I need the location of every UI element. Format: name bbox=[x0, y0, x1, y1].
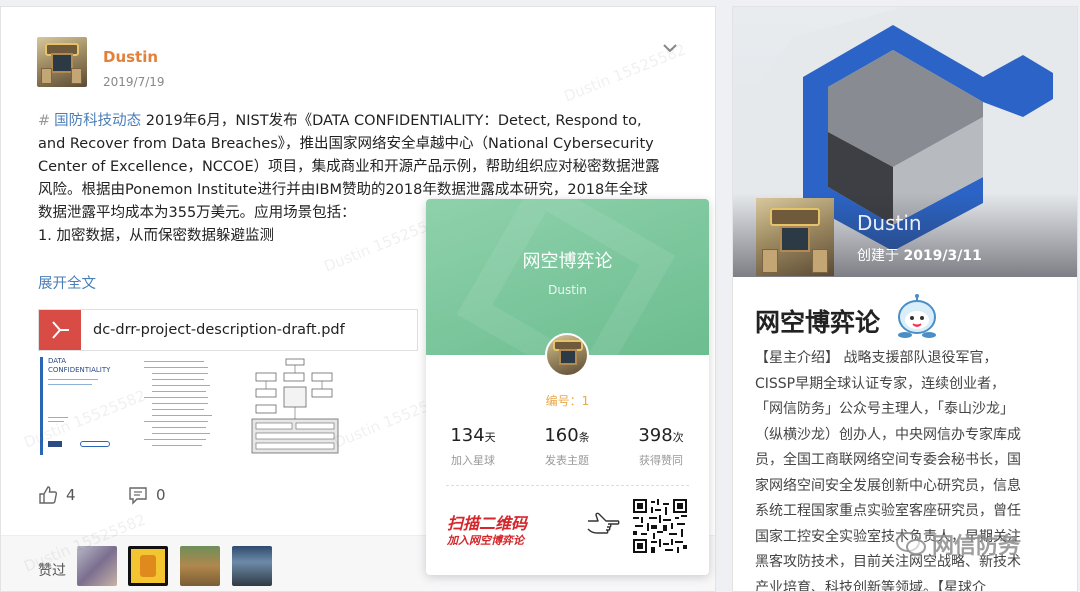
post-tag-label: 国防科技动态 bbox=[54, 113, 142, 129]
planet-card-number: 编号：1 bbox=[545, 394, 590, 408]
scan-qr-subtitle: 加入网空博弈论 bbox=[447, 534, 524, 547]
stat-topics-posted: 160条 发表主题 bbox=[544, 425, 590, 467]
like-button[interactable]: 4 bbox=[38, 485, 76, 505]
expand-full-text-link[interactable]: 展开全文 bbox=[38, 272, 96, 293]
description-line: 系统工程国家重点实验室客座研究员，曾任 bbox=[755, 503, 1021, 519]
liker-avatar[interactable] bbox=[128, 546, 168, 586]
description-line: 产业培育、科技创新等领域。【星球介 bbox=[755, 579, 986, 592]
planet-card-avatar bbox=[545, 333, 589, 377]
post-tag[interactable]: # 国防科技动态 bbox=[38, 113, 141, 129]
comment-icon bbox=[129, 487, 147, 505]
thumbs-up-icon bbox=[39, 486, 58, 504]
planet-banner: Dustin 创建于 2019/3/11 bbox=[733, 7, 1077, 277]
hexagon-pattern bbox=[456, 199, 676, 355]
attachment-file-name: dc-drr-project-description-draft.pdf bbox=[93, 322, 345, 338]
planet-card-header: 网空博弈论 Dustin bbox=[426, 199, 709, 355]
liker-avatar[interactable] bbox=[77, 546, 117, 586]
description-line: CISSP早期全球认证专家，连续创业者， bbox=[755, 375, 1006, 392]
stat-likes-received: 398次 获得赞同 bbox=[638, 425, 684, 467]
wechat-icon bbox=[896, 532, 926, 555]
banner-owner-name: Dustin bbox=[857, 211, 922, 235]
comment-button[interactable]: 0 bbox=[128, 485, 166, 505]
banner-created-date: 创建于 2019/3/11 bbox=[857, 248, 982, 264]
planet-info-panel: Dustin 创建于 2019/3/11 网空博弈论 【星主介绍】 战略支援部队… bbox=[732, 6, 1078, 592]
likers-label: 赞过 bbox=[38, 563, 66, 579]
liker-avatar[interactable] bbox=[232, 546, 272, 586]
post-text-line: and Recover from Data Breaches》，推出国家网络安全… bbox=[38, 136, 654, 152]
comment-count: 0 bbox=[156, 486, 166, 504]
brand-watermark: 网信防务 bbox=[896, 528, 1020, 560]
description-line: 家网络空间安全发展创新中心研究员，信息 bbox=[755, 477, 1021, 494]
description-line: 【星主介绍】 战略支援部队退役军官， bbox=[755, 350, 998, 366]
planet-share-card: 网空博弈论 Dustin 编号：1 134天 加入星球 160条 发表主题 39… bbox=[426, 199, 709, 575]
hash-icon: # bbox=[38, 113, 51, 129]
attachment-thumbnails: DATA CONFIDENTIALITY bbox=[38, 357, 340, 455]
like-count: 4 bbox=[66, 486, 76, 504]
planet-owner-avatar bbox=[756, 198, 834, 276]
divider bbox=[446, 485, 689, 486]
description-line: 「网信防务」公众号主理人，「泰山沙龙」 bbox=[755, 401, 1014, 417]
planet-card-name: 网空博弈论 bbox=[522, 251, 613, 272]
attachment-page-thumbnail[interactable] bbox=[142, 357, 232, 455]
thumbnail-title: DATA CONFIDENTIALITY bbox=[48, 357, 111, 374]
post-date: 2019/7/19 bbox=[103, 75, 165, 89]
qr-code[interactable] bbox=[633, 499, 687, 553]
robot-mascot-icon bbox=[898, 294, 936, 338]
pdf-attachment[interactable]: dc-drr-project-description-draft.pdf bbox=[38, 309, 418, 351]
attachment-page-thumbnail[interactable]: DATA CONFIDENTIALITY bbox=[40, 357, 130, 455]
description-line: 员，全国工商联网络空间专委会秘书长，国 bbox=[755, 452, 1021, 468]
post-text-line: Center of Excellence，NCCOE）项目，集成商业和开源产品示… bbox=[38, 159, 660, 175]
author-avatar[interactable] bbox=[37, 37, 87, 87]
stat-days-joined: 134天 加入星球 bbox=[450, 425, 496, 467]
pdf-icon bbox=[39, 310, 81, 350]
post-text-line: 2019年6月，NIST发布《DATA CONFIDENTIALITY：Dete… bbox=[145, 113, 642, 129]
planet-title: 网空博弈论 bbox=[755, 308, 881, 337]
scan-qr-title: 扫描二维码 bbox=[447, 514, 528, 533]
pointing-hand-icon bbox=[587, 512, 620, 534]
post-author-name[interactable]: Dustin bbox=[103, 48, 158, 66]
description-line: （纵横沙龙）创办人，中央网信办专家库成 bbox=[755, 426, 1021, 443]
chevron-down-icon[interactable] bbox=[661, 39, 679, 57]
liker-avatar[interactable] bbox=[180, 546, 220, 586]
brand-watermark-text: 网信防务 bbox=[932, 534, 1021, 559]
post-line-1: # 国防科技动态 2019年6月，NIST发布《DATA CONFIDENTIAL… bbox=[38, 110, 688, 133]
attachment-page-thumbnail[interactable] bbox=[250, 357, 340, 455]
planet-card-owner: Dustin bbox=[548, 283, 587, 297]
